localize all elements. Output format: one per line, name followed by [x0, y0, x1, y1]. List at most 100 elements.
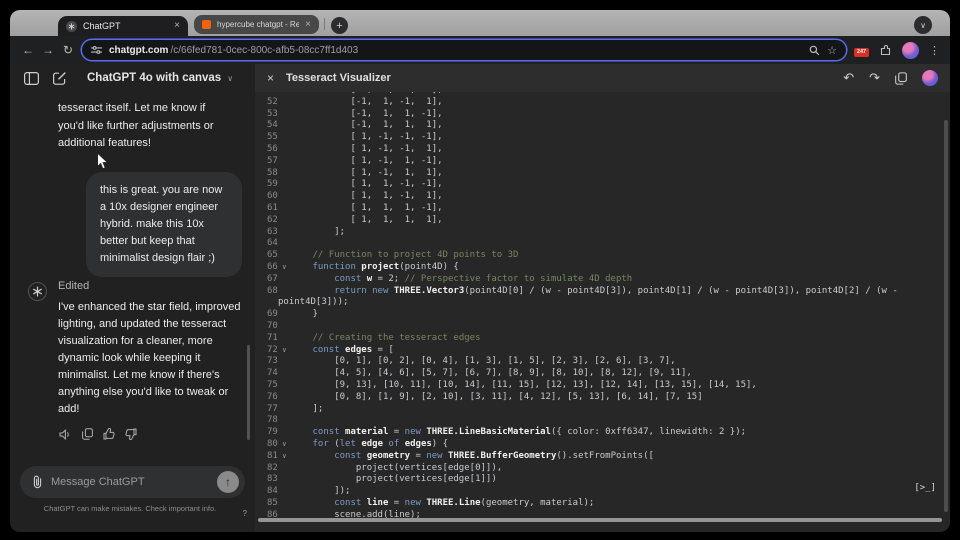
tab-search-chevron-icon[interactable]: ∨: [914, 16, 932, 34]
back-icon[interactable]: ←: [18, 43, 38, 57]
message-actions: [58, 427, 243, 441]
browser-toolbar: ← → ↻ chatgpt.com/c/66fed781-0cec-800c-a…: [10, 36, 950, 64]
code-line[interactable]: 85 const line = new THREE.Line(geometry, …: [255, 498, 950, 510]
url-host[interactable]: chatgpt.com: [109, 45, 168, 56]
kebab-menu-icon[interactable]: ⋮: [929, 44, 940, 57]
canvas-user-avatar[interactable]: [922, 70, 938, 86]
code-line[interactable]: 65 // Function to project 4D points to 3D: [255, 250, 950, 262]
code-line[interactable]: 77];: [255, 404, 950, 416]
code-view-toggle[interactable]: [>_]: [914, 483, 936, 493]
code-line[interactable]: 56 [ 1, -1, -1, 1],: [255, 144, 950, 156]
fold-chevron-icon[interactable]: ∨: [278, 262, 291, 274]
send-button[interactable]: ↑: [217, 471, 239, 493]
close-canvas-icon[interactable]: ×: [267, 71, 274, 85]
code-line[interactable]: 70: [255, 321, 950, 333]
code-line[interactable]: 62 [ 1, 1, 1, 1],: [255, 215, 950, 227]
code-line[interactable]: 83 project(vertices[edge[1]]): [255, 474, 950, 486]
tab-close-icon[interactable]: ×: [174, 21, 180, 31]
chat-scrollbar-thumb[interactable]: [247, 345, 250, 440]
code-text: ]);: [334, 486, 351, 497]
paperclip-icon[interactable]: [32, 475, 43, 489]
code-line[interactable]: 60 [ 1, 1, -1, 1],: [255, 191, 950, 203]
tab-title: hypercube chatgpt - Replit: [217, 20, 300, 29]
code-line[interactable]: 61 [ 1, 1, 1, -1],: [255, 203, 950, 215]
code-line[interactable]: 54 [-1, 1, 1, 1],: [255, 120, 950, 132]
code-text: [4, 5], [4, 6], [5, 7], [6, 7], [8, 9], …: [334, 368, 692, 379]
url-path[interactable]: /c/66fed781-0cec-800c-afb5-08cc7ff1d403: [170, 45, 358, 56]
code-line[interactable]: 72 ∨ const edges = [: [255, 345, 950, 357]
sidebar-toggle-icon[interactable]: [24, 71, 39, 85]
address-bar[interactable]: chatgpt.com/c/66fed781-0cec-800c-afb5-08…: [82, 40, 846, 60]
line-number: 52: [267, 96, 278, 107]
code-line[interactable]: 74 [4, 5], [4, 6], [5, 7], [6, 7], [8, 9]…: [255, 368, 950, 380]
adblock-extension-icon[interactable]: 247: [854, 47, 869, 57]
code-line[interactable]: 66 ∨ function project(point4D) {: [255, 262, 950, 274]
code-line[interactable]: 52 [-1, 1, -1, 1],: [255, 97, 950, 109]
tab-replit[interactable]: hypercube chatgpt - Replit ×: [194, 15, 319, 34]
tab-chatgpt[interactable]: ChatGPT ×: [58, 16, 188, 36]
code-line[interactable]: point4D[3]));: [255, 297, 950, 309]
code-text: [ 1, -1, 1, -1],: [350, 155, 443, 166]
copy-canvas-icon[interactable]: [895, 71, 907, 85]
code-line[interactable]: 59 [ 1, 1, -1, -1],: [255, 179, 950, 191]
code-line[interactable]: 71 // Creating the tesseract edges: [255, 333, 950, 345]
code-line[interactable]: 68 return new THREE.Vector3(point4D[0] / …: [255, 286, 950, 298]
read-aloud-icon[interactable]: [58, 427, 72, 441]
help-button[interactable]: ?: [243, 509, 247, 518]
browser-profile-avatar[interactable]: [902, 41, 919, 59]
code-line[interactable]: 69}: [255, 309, 950, 321]
thumbs-up-icon[interactable]: [102, 427, 116, 441]
new-tab-button[interactable]: +: [331, 17, 348, 34]
line-number: 67: [267, 273, 278, 284]
code-line[interactable]: 75 [9, 13], [10, 11], [10, 14], [11, 15],…: [255, 380, 950, 392]
code-line[interactable]: 84]);: [255, 486, 950, 498]
extensions-icon[interactable]: [879, 44, 892, 57]
tab-close-icon[interactable]: ×: [305, 19, 311, 30]
code-line[interactable]: 64: [255, 238, 950, 250]
editor-vertical-scrollbar-thumb[interactable]: [944, 120, 948, 512]
undo-icon[interactable]: ↶: [843, 70, 854, 86]
forward-icon[interactable]: →: [38, 43, 58, 57]
code-line[interactable]: 67 const w = 2; // Perspective factor to …: [255, 274, 950, 286]
search-icon[interactable]: [809, 45, 820, 56]
code-editor[interactable]: 51[-1, 1, -1, -1],52[-1, 1, -1, 1],53[-1…: [255, 92, 950, 532]
code-line[interactable]: 58 [ 1, -1, 1, 1],: [255, 168, 950, 180]
code-line[interactable]: 63];: [255, 227, 950, 239]
code-line[interactable]: 81 ∨ const geometry = new THREE.BufferGeom…: [255, 451, 950, 463]
fold-chevron-icon[interactable]: ∨: [278, 451, 291, 463]
reload-icon[interactable]: ↻: [58, 43, 78, 57]
message-input[interactable]: Message ChatGPT ↑: [20, 466, 245, 498]
code-line[interactable]: 53 [-1, 1, 1, -1],: [255, 109, 950, 121]
code-line[interactable]: 79 const material = new THREE.LineBasicMa…: [255, 427, 950, 439]
code-line[interactable]: 82 project(vertices[edge[0]]),: [255, 463, 950, 475]
canvas-panel: × Tesseract Visualizer ↶ ↷ 51[-1, 1, -1,…: [255, 64, 950, 532]
code-line[interactable]: 73 [0, 1], [0, 2], [0, 4], [1, 3], [1, 5]…: [255, 356, 950, 368]
compose-icon[interactable]: [53, 71, 67, 85]
fold-chevron-icon[interactable]: ∨: [278, 439, 291, 451]
code-line[interactable]: 78: [255, 415, 950, 427]
copy-icon[interactable]: [80, 427, 94, 441]
redo-icon[interactable]: ↷: [869, 70, 880, 86]
model-selector[interactable]: ChatGPT 4o with canvas ∨: [87, 72, 233, 84]
code-line[interactable]: 57 [ 1, -1, 1, -1],: [255, 156, 950, 168]
site-settings-icon[interactable]: [91, 45, 102, 55]
code-line[interactable]: 80 ∨ for (let edge of edges) {: [255, 439, 950, 451]
code-text: const w = 2; // Perspective factor to si…: [334, 273, 633, 284]
fold-chevron-icon[interactable]: ∨: [278, 345, 291, 357]
thumbs-down-icon[interactable]: [124, 427, 138, 441]
bookmark-star-icon[interactable]: ☆: [827, 44, 837, 57]
code-line[interactable]: 55 [ 1, -1, -1, -1],: [255, 132, 950, 144]
code-line[interactable]: 76 [0, 8], [1, 9], [2, 10], [3, 11], [4, …: [255, 392, 950, 404]
line-number: 55: [267, 132, 278, 143]
editor-horizontal-scrollbar-thumb[interactable]: [258, 518, 942, 522]
line-number: 75: [267, 379, 278, 390]
